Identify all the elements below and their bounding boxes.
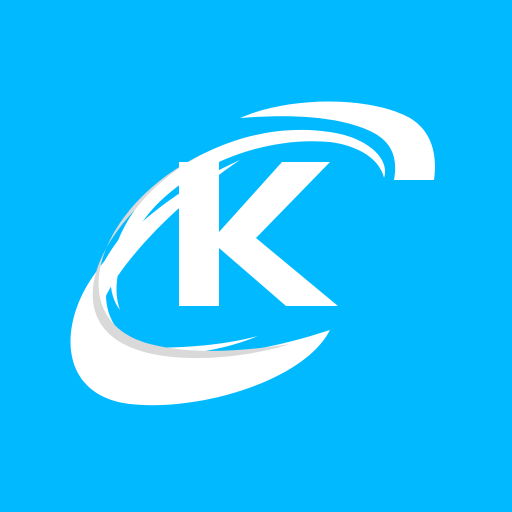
app-icon (0, 0, 512, 512)
k-orbit-logo-icon (70, 101, 435, 406)
logo-letter-k (179, 162, 338, 306)
